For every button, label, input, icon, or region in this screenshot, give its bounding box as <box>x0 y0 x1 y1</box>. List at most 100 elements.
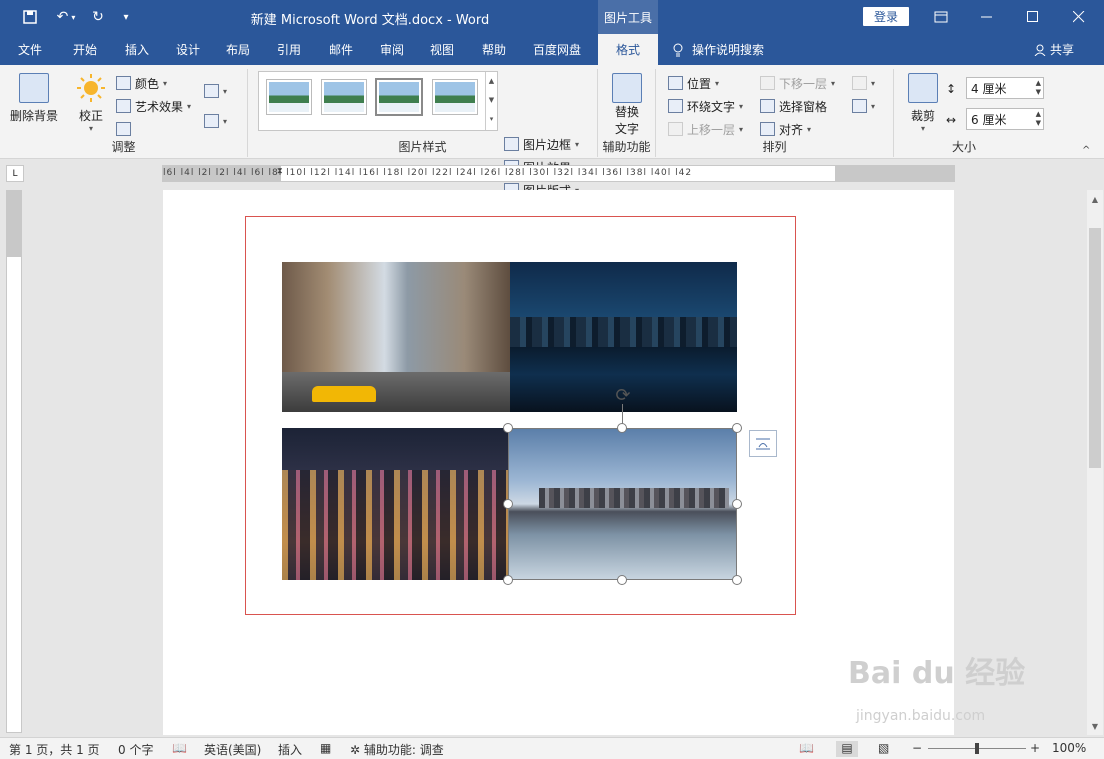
tell-me-search[interactable]: 操作说明搜索 <box>672 34 764 65</box>
maximize-icon[interactable] <box>1010 0 1056 34</box>
bring-forward-button[interactable]: 上移一层 ▾ <box>668 119 743 139</box>
style-thumb[interactable] <box>433 80 477 114</box>
position-button[interactable]: 位置 ▾ <box>668 73 719 93</box>
corrections-button[interactable]: 校正 ▾ <box>68 73 114 133</box>
tab-design[interactable]: 设计 <box>166 34 210 65</box>
share-button[interactable]: 共享 <box>1034 34 1074 65</box>
color-icon <box>116 76 131 90</box>
rotate-handle-icon[interactable]: ⟳ <box>612 384 634 406</box>
proofing-icon[interactable]: 📖 <box>172 741 187 755</box>
indent-marker[interactable]: ⧗ <box>277 166 287 181</box>
crop-button[interactable]: 裁剪 ▾ <box>906 73 940 133</box>
remove-background-button[interactable]: 删除背景 <box>6 73 62 124</box>
tab-baidu-netdisk[interactable]: 百度网盘 <box>526 34 588 65</box>
scroll-up-icon[interactable]: ▲ <box>1087 192 1103 206</box>
style-thumb[interactable] <box>267 80 311 114</box>
change-picture-icon <box>204 114 219 128</box>
macro-icon[interactable]: ▦ <box>320 741 331 755</box>
page-count[interactable]: 第 1 页，共 1 页 <box>9 741 100 758</box>
style-thumb-selected[interactable] <box>375 78 423 116</box>
ribbon: 删除背景 校正 ▾ 颜色 ▾ 艺术效果 ▾ ▾ ▾ 调整 图片样式 ▲ ▼ ▾ … <box>0 65 1104 198</box>
tab-insert[interactable]: 插入 <box>114 34 160 65</box>
bring-forward-icon <box>668 122 683 136</box>
transparency-button[interactable] <box>116 119 131 139</box>
resize-handle[interactable] <box>732 423 742 433</box>
resize-handle[interactable] <box>732 575 742 585</box>
street-photo[interactable] <box>282 262 510 412</box>
buildings <box>282 470 509 580</box>
scroll-thumb[interactable] <box>1089 228 1101 468</box>
style-thumb[interactable] <box>322 80 366 114</box>
spinner-arrows[interactable]: ▲ ▼ <box>1036 110 1041 128</box>
ribbon-display-icon[interactable] <box>918 0 964 34</box>
selection-border <box>508 428 737 580</box>
scroll-down-icon[interactable]: ▼ <box>1087 719 1103 733</box>
width-icon: ↔ <box>946 113 957 127</box>
close-icon[interactable] <box>1056 0 1102 34</box>
change-picture-button[interactable]: ▾ <box>204 111 227 131</box>
vertical-ruler[interactable] <box>6 190 22 733</box>
watermark-logo: Bai du 经验 <box>848 656 1026 691</box>
position-icon <box>668 76 683 90</box>
height-input[interactable]: 4 厘米 ▲ ▼ <box>966 77 1044 99</box>
alt-text-button[interactable]: 替换 文字 <box>610 73 644 137</box>
ribbon-tabs: 文件 开始 插入 设计 布局 引用 邮件 审阅 视图 帮助 百度网盘 格式 操作… <box>0 34 1104 65</box>
horizontal-ruler[interactable]: l6l l4l l2l l2l l4l l6l l8l l10l l12l l1… <box>162 165 955 182</box>
resize-handle[interactable] <box>503 423 513 433</box>
tab-view[interactable]: 视图 <box>420 34 464 65</box>
word-count[interactable]: 0 个字 <box>118 741 153 758</box>
layout-options-icon[interactable] <box>749 430 777 457</box>
group-objects-button[interactable]: ▾ <box>852 73 875 93</box>
artistic-effects-button[interactable]: 艺术效果 ▾ <box>116 96 191 116</box>
selection-pane-button[interactable]: 选择窗格 <box>760 96 827 116</box>
web-layout-icon[interactable]: ▧ <box>878 741 889 755</box>
read-mode-icon[interactable]: 📖 <box>799 741 814 755</box>
vertical-scrollbar[interactable]: ▲ ▼ <box>1087 190 1103 735</box>
picture-style-gallery[interactable]: ▲ ▼ ▾ <box>258 71 498 131</box>
login-button[interactable]: 登录 <box>863 7 909 26</box>
rotate-button[interactable]: ▾ <box>852 96 875 116</box>
resize-handle[interactable] <box>732 499 742 509</box>
minimize-icon[interactable] <box>964 0 1010 34</box>
city-lights-photo[interactable] <box>282 428 509 580</box>
crop-icon <box>908 73 938 103</box>
language[interactable]: 英语(美国) <box>204 741 261 758</box>
zoom-level[interactable]: 100% <box>1052 741 1086 755</box>
accessibility-status[interactable]: ✲ 辅助功能: 调查 <box>350 741 444 758</box>
wrap-text-button[interactable]: 环绕文字 ▾ <box>668 96 743 116</box>
tab-help[interactable]: 帮助 <box>472 34 516 65</box>
width-input[interactable]: 6 厘米 ▲ ▼ <box>966 108 1044 130</box>
zoom-in-icon[interactable]: + <box>1030 741 1040 755</box>
zoom-out-icon[interactable]: − <box>912 741 922 755</box>
collapse-ribbon-icon[interactable]: ^ <box>1082 145 1090 156</box>
tab-layout[interactable]: 布局 <box>216 34 260 65</box>
resize-handle[interactable] <box>617 423 627 433</box>
print-layout-icon[interactable]: ▤ <box>836 741 858 757</box>
tab-mailings[interactable]: 邮件 <box>318 34 364 65</box>
chevron-down-icon: ▾ <box>920 124 925 133</box>
lightbulb-icon <box>673 43 683 56</box>
color-button[interactable]: 颜色 ▾ <box>116 73 167 93</box>
align-icon <box>760 122 775 136</box>
insert-mode[interactable]: 插入 <box>278 741 302 758</box>
picture-border-icon <box>504 137 519 151</box>
send-backward-button[interactable]: 下移一层 ▾ <box>760 73 835 93</box>
arrange-group-label: 排列 <box>762 140 787 154</box>
picture-border-button[interactable]: 图片边框 ▾ <box>504 134 579 154</box>
send-backward-icon <box>760 76 775 90</box>
tab-home[interactable]: 开始 <box>62 34 108 65</box>
tab-format[interactable]: 格式 <box>598 34 658 65</box>
resize-handle[interactable] <box>503 575 513 585</box>
tab-references[interactable]: 引用 <box>266 34 312 65</box>
spinner-arrows[interactable]: ▲ ▼ <box>1036 79 1041 97</box>
group-objects-icon <box>852 76 867 90</box>
tab-review[interactable]: 审阅 <box>370 34 414 65</box>
resize-handle[interactable] <box>503 499 513 509</box>
gallery-scroll[interactable]: ▲ ▼ ▾ <box>485 72 497 130</box>
compress-pictures-button[interactable]: ▾ <box>204 81 227 101</box>
resize-handle[interactable] <box>617 575 627 585</box>
tab-selector[interactable]: L <box>6 165 24 182</box>
zoom-slider-thumb[interactable] <box>975 743 979 754</box>
tab-file[interactable]: 文件 <box>8 34 52 65</box>
align-button[interactable]: 对齐 ▾ <box>760 119 811 139</box>
